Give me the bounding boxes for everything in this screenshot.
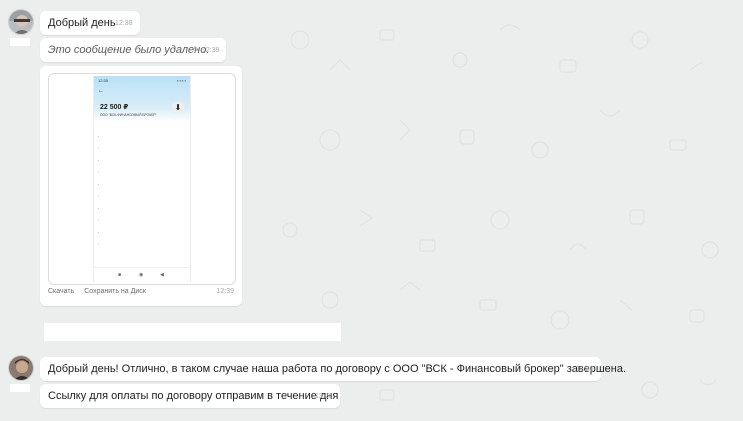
deleted-message-bubble[interactable]: Это сообщение было удалено. ✎ 12:39 <box>40 38 226 62</box>
avatar-badge <box>10 38 30 46</box>
phone-company: ООО "ВСК-ФИНАНСОВЫЙ БРОКЕР" <box>100 113 157 117</box>
message-time: 12:39 <box>202 47 220 54</box>
redacted-bar <box>44 323 341 341</box>
image-actions: Скачать Сохранить на Диск <box>48 288 154 295</box>
circle-icon: ◉ <box>139 272 144 278</box>
pencil-icon: ✎ <box>193 45 200 54</box>
download-link[interactable]: Скачать <box>48 288 74 295</box>
message-time: 12:39 <box>216 288 234 295</box>
back-arrow-icon: ← <box>98 88 104 94</box>
message-text: Добрый день! Отлично, в таком случае наш… <box>48 363 627 375</box>
phone-screenshot: 12:35 ▪ ▪ ▪ ▪ ← 22 500 ₽ ООО "ВСК-ФИНАНС… <box>93 76 191 282</box>
avatar-photo-icon <box>9 10 33 34</box>
sender-avatar[interactable] <box>8 9 34 35</box>
phone-status-icons: ▪ ▪ ▪ ▪ <box>176 78 186 83</box>
phone-content-dots <box>98 136 100 256</box>
message-time: 13:26 <box>315 393 333 400</box>
phone-header: 12:35 ▪ ▪ ▪ ▪ ← 22 500 ₽ ООО "ВСК-ФИНАНС… <box>94 76 190 122</box>
square-icon: ■ <box>118 272 122 278</box>
message-time: 13:26 <box>576 366 594 373</box>
message-text: Добрый день <box>48 17 116 29</box>
phone-nav-bar: ■ ◉ ◀ <box>94 267 190 282</box>
image-attachment[interactable]: 12:35 ▪ ▪ ▪ ▪ ← 22 500 ₽ ООО "ВСК-ФИНАНС… <box>48 73 236 285</box>
avatar-photo-icon <box>9 356 33 380</box>
message-text: Ссылку для оплаты по договору отправим в… <box>48 390 339 402</box>
phone-amount: 22 500 ₽ <box>100 104 129 111</box>
image-message-bubble[interactable]: 12:35 ▪ ▪ ▪ ▪ ← 22 500 ₽ ООО "ВСК-ФИНАНС… <box>40 66 242 306</box>
download-icon: ⬇ <box>172 102 184 114</box>
triangle-back-icon: ◀ <box>160 272 164 278</box>
message-time: 12:38 <box>115 20 133 27</box>
phone-status-bar: 12:35 ▪ ▪ ▪ ▪ <box>98 78 186 83</box>
message-bubble[interactable]: Добрый день! Отлично, в таком случае наш… <box>40 357 626 381</box>
sender-avatar[interactable] <box>8 355 34 381</box>
message-bubble[interactable]: Ссылку для оплаты по договору отправим в… <box>40 384 340 408</box>
save-to-disk-link[interactable]: Сохранить на Диск <box>84 288 146 295</box>
avatar-badge <box>10 384 30 392</box>
message-bubble[interactable]: Добрый день 12:38 <box>40 11 140 35</box>
phone-status-time: 12:35 <box>98 78 109 83</box>
deleted-message-text: Это сообщение было удалено. <box>48 44 210 56</box>
